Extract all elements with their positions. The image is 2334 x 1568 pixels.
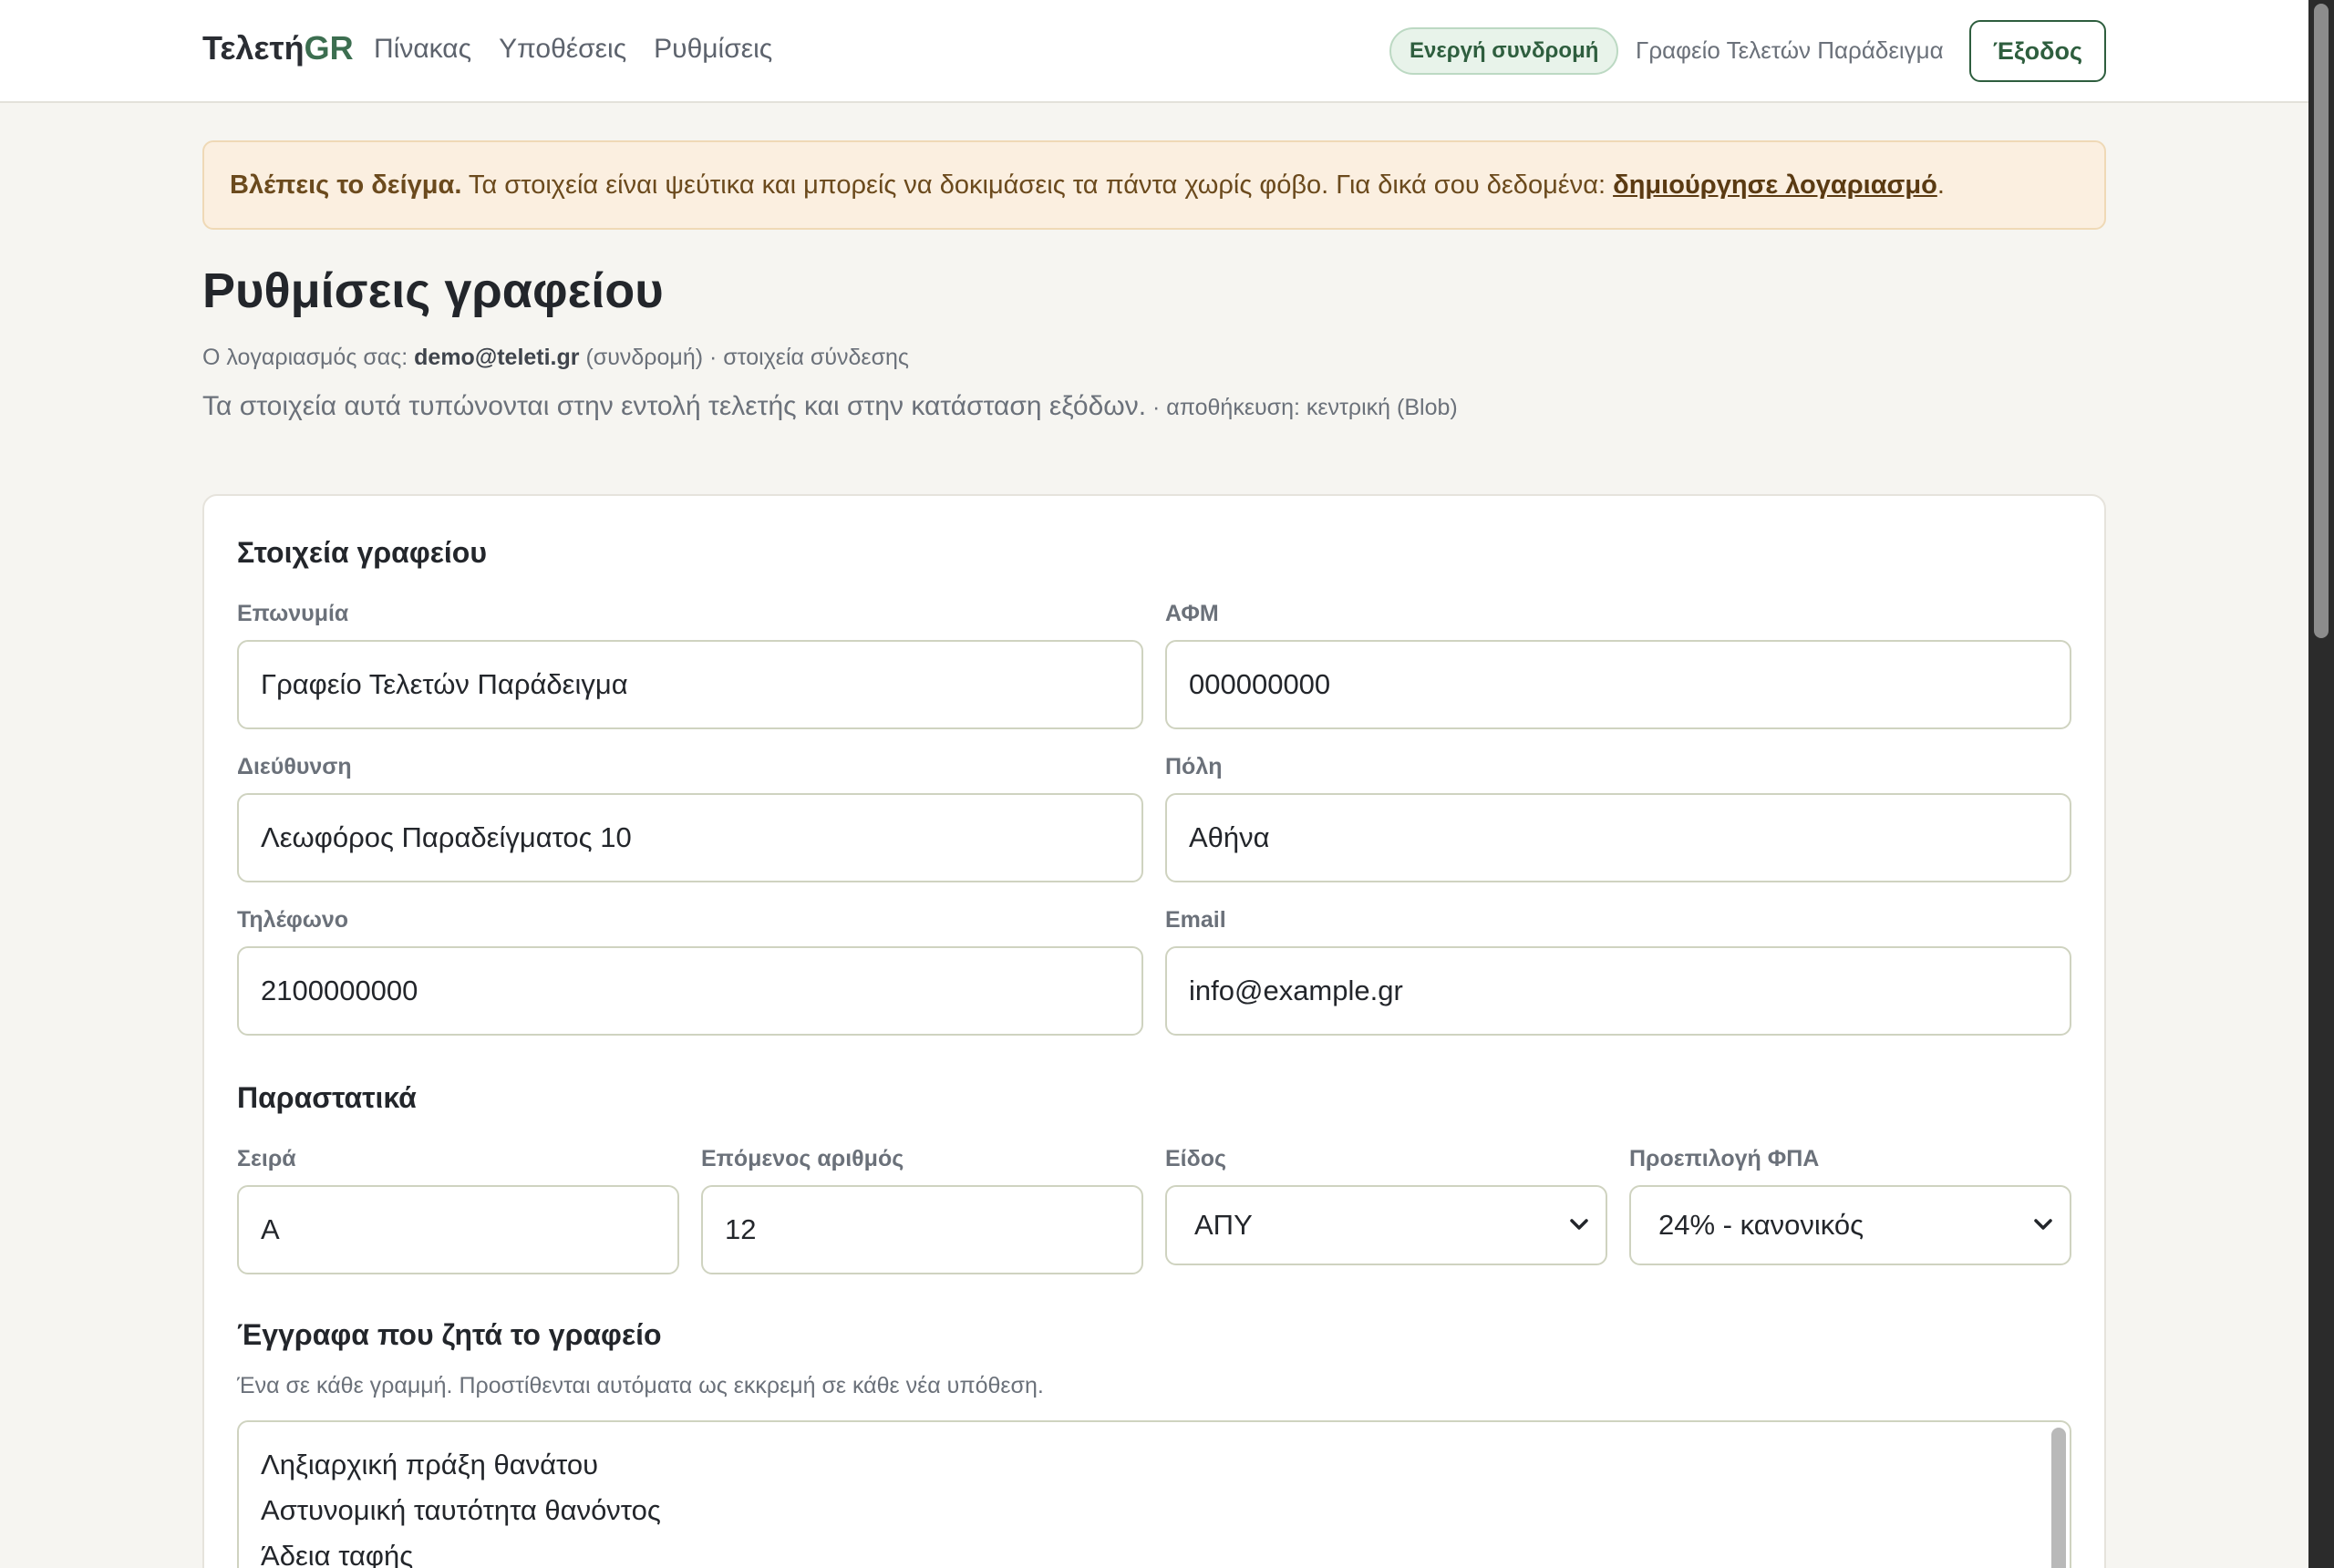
vat-default-label: Προεπιλογή ΦΠΑ [1629, 1146, 1820, 1171]
storage-note: · αποθήκευση: κεντρική (Blob) [1146, 395, 1458, 420]
required-docs-textarea[interactable]: Ληξιαρχική πράξη θανάτου Αστυνομική ταυτ… [237, 1420, 2071, 1568]
city-label: Πόλη [1165, 754, 1223, 779]
brand-main: Τελετή [202, 29, 305, 67]
name-label: Επωνυμία [237, 601, 349, 626]
account-info: Ο λογαριασμός σας: demo@teleti.gr (συνδρ… [202, 345, 909, 371]
series-input[interactable]: Α [237, 1185, 679, 1274]
required-docs-section-title: Έγγραφα που ζητά το γραφείο [237, 1318, 662, 1351]
brand-suffix: GR [304, 29, 354, 67]
name-input[interactable]: Γραφείο Τελετών Παράδειγμα [237, 640, 1143, 729]
type-select-value: ΑΠΥ [1194, 1209, 1253, 1241]
required-doc-line: Ληξιαρχική πράξη θανάτου [261, 1449, 599, 1480]
account-suffix: (συνδρομή) · στοιχεία σύνδεσης [579, 345, 909, 370]
office-name-label: Γραφείο Τελετών Παράδειγμα [1636, 36, 1944, 64]
type-select[interactable]: ΑΠΥ [1165, 1185, 1607, 1265]
city-input[interactable]: Αθήνα [1165, 793, 2071, 882]
banner-text: Τα στοιχεία είναι ψεύτικα και μπορείς να… [461, 170, 1614, 200]
email-input[interactable]: info@example.gr [1165, 946, 2071, 1036]
address-input[interactable]: Λεωφόρος Παραδείγματος 10 [237, 793, 1143, 882]
next-number-label: Επόμενος αριθμός [701, 1146, 904, 1171]
chevron-down-icon [1569, 1187, 1589, 1294]
nav-link-settings[interactable]: Ρυθμίσεις [654, 34, 772, 65]
page-scrollbar-thumb[interactable] [2314, 4, 2329, 638]
create-account-link[interactable]: δημιούργησε λογαριασμό [1613, 170, 1937, 200]
description-text: Τα στοιχεία αυτά τυπώνονται στην εντολή … [202, 391, 1147, 421]
main-nav: Πίνακας Υποθέσεις Ρυθμίσεις [374, 34, 772, 65]
top-navbar: ΤελετήGR Πίνακας Υποθέσεις Ρυθμίσεις Ενε… [0, 0, 2308, 103]
brand-logo[interactable]: ΤελετήGR [202, 29, 354, 67]
page-scrollbar[interactable] [2308, 0, 2334, 1568]
settings-card: Στοιχεία γραφείου Επωνυμία Γραφείο Τελετ… [202, 494, 2106, 1568]
required-doc-line: Αστυνομική ταυτότητα θανόντος [261, 1494, 661, 1526]
banner-bold-text: Βλέπεις το δείγμα. [230, 170, 462, 200]
banner-end: . [1936, 170, 1945, 200]
vat-default-select-value: 24% - κανονικός [1658, 1209, 1864, 1241]
logout-button[interactable]: Έξοδος [1969, 20, 2106, 82]
next-number-input[interactable]: 12 [701, 1185, 1143, 1274]
page-title: Ρυθμίσεις γραφείου [202, 263, 664, 318]
vat-default-select[interactable]: 24% - κανονικός [1629, 1185, 2071, 1265]
nav-link-cases[interactable]: Υποθέσεις [499, 34, 626, 65]
series-label: Σειρά [237, 1146, 296, 1171]
email-label: Email [1165, 907, 1226, 933]
subscription-badge: Ενεργή συνδρομή [1389, 27, 1619, 75]
phone-input[interactable]: 2100000000 [237, 946, 1143, 1036]
address-label: Διεύθυνση [237, 754, 352, 779]
type-label: Είδος [1165, 1146, 1227, 1171]
required-doc-line: Άδεια ταφής [261, 1540, 414, 1568]
nav-link-dashboard[interactable]: Πίνακας [374, 34, 471, 65]
page-description: Τα στοιχεία αυτά τυπώνονται στην εντολή … [202, 385, 1479, 429]
textarea-scrollbar[interactable] [2051, 1428, 2066, 1568]
account-prefix: Ο λογαριασμός σας: [202, 345, 415, 370]
required-docs-hint: Ένα σε κάθε γραμμή. Προστίθενται αυτόματ… [237, 1373, 1044, 1398]
documents-section-title: Παραστατικά [237, 1081, 417, 1114]
account-email: demo@teleti.gr [414, 345, 580, 370]
demo-banner: Βλέπεις το δείγμα. Τα στοιχεία είναι ψεύ… [202, 140, 2106, 230]
office-section-title: Στοιχεία γραφείου [237, 536, 487, 569]
chevron-down-icon [2033, 1187, 2053, 1294]
phone-label: Τηλέφωνο [237, 907, 349, 933]
vat-label: ΑΦΜ [1165, 601, 1219, 626]
vat-input[interactable]: 000000000 [1165, 640, 2071, 729]
